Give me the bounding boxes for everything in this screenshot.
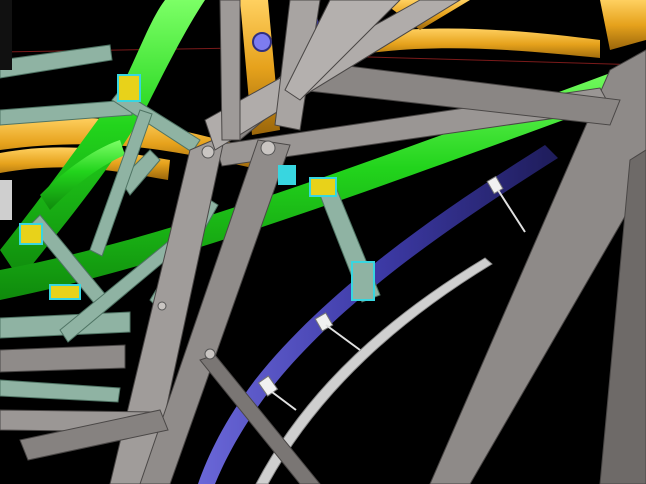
bolted-connection: [278, 165, 296, 185]
orange-pipe: [600, 0, 646, 50]
structural-steel-scene: [0, 0, 646, 484]
node-block: [0, 180, 12, 220]
steel-beam: [0, 344, 126, 373]
clamp-rod: [271, 391, 297, 411]
node-block: [0, 0, 12, 70]
steel-beam: [219, 0, 241, 141]
bolted-connection: [117, 74, 141, 102]
bolt-plate: [204, 348, 216, 360]
bolt-plate: [252, 32, 272, 52]
3d-model-viewport[interactable]: [0, 0, 646, 484]
bolted-connection: [309, 177, 337, 197]
bolted-connection: [49, 284, 81, 300]
bolted-connection: [19, 223, 43, 245]
bolt-plate: [260, 140, 276, 156]
bolted-connection: [351, 261, 375, 301]
clamp-rod: [497, 189, 526, 233]
clamp-rod: [325, 324, 361, 351]
bolt-plate: [201, 145, 215, 159]
bolt-plate: [157, 301, 167, 311]
diagonal-brace: [0, 379, 121, 403]
diagonal-brace: [0, 44, 113, 79]
